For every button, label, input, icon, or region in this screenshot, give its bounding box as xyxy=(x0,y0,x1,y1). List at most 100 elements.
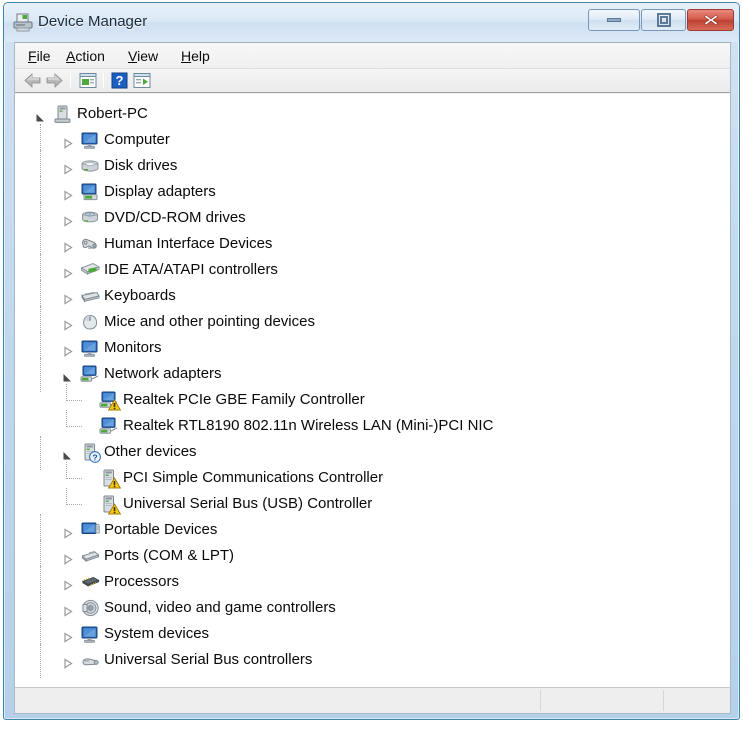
toolbar-separator-2 xyxy=(103,73,104,88)
tree-root-node[interactable]: Robert-PC xyxy=(15,102,730,128)
tree-expander-collapsed-icon[interactable] xyxy=(62,604,73,617)
tree-item[interactable]: Human Interface Devices xyxy=(15,228,730,262)
monitor-icon xyxy=(80,625,101,644)
tree-item-label: PCI Simple Communications Controller xyxy=(123,469,384,486)
tree-item-label: Sound, video and game controllers xyxy=(104,599,336,616)
tree-expander-collapsed-icon[interactable] xyxy=(62,292,73,305)
tree-expander-collapsed-icon[interactable] xyxy=(62,526,73,539)
minimize-button[interactable] xyxy=(588,9,640,31)
menu-action[interactable]: Action xyxy=(63,47,108,65)
tree-item-label: Realtek RTL8190 802.11n Wireless LAN (Mi… xyxy=(123,417,494,434)
back-arrow-icon[interactable] xyxy=(23,72,42,94)
tree-expander-collapsed-icon[interactable] xyxy=(62,578,73,591)
tree-expander-collapsed-icon[interactable] xyxy=(62,162,73,175)
menu-bar: File Action View Help xyxy=(15,43,730,69)
tree-item[interactable]: Sound, video and game controllers xyxy=(15,592,730,626)
generic-device-icon xyxy=(99,495,121,515)
scan-hardware-icon[interactable] xyxy=(133,72,151,94)
menu-help[interactable]: Help xyxy=(178,47,213,65)
tree-connector xyxy=(40,436,41,470)
tree-item[interactable]: Display adapters xyxy=(15,176,730,210)
tree-item[interactable]: Processors xyxy=(15,566,730,600)
tree-expander-collapsed-icon[interactable] xyxy=(62,188,73,201)
properties-icon[interactable] xyxy=(79,72,97,94)
tree-expander-collapsed-icon[interactable] xyxy=(62,630,73,643)
device-tree-panel[interactable]: Robert-PC Computer Disk drives Display adap… xyxy=(15,94,730,687)
tree-connector xyxy=(66,504,82,505)
tree-item[interactable]: Universal Serial Bus controllers xyxy=(15,644,730,678)
tree-item[interactable]: System devices xyxy=(15,618,730,652)
menu-file[interactable]: File xyxy=(25,47,54,65)
network-adapter-icon xyxy=(99,417,120,436)
tree-connector xyxy=(66,426,82,427)
forward-arrow-icon[interactable] xyxy=(45,72,64,94)
generic-device-icon: ? xyxy=(80,443,101,463)
tree-expander-collapsed-icon[interactable] xyxy=(62,240,73,253)
status-pane-3 xyxy=(663,690,730,711)
svg-text:?: ? xyxy=(92,452,97,462)
tree-item[interactable]: Mice and other pointing devices xyxy=(15,306,730,340)
generic-device-icon xyxy=(99,469,121,489)
tree-connector xyxy=(40,644,41,678)
tree-item[interactable]: Network adapters xyxy=(15,358,730,392)
tree-expander-collapsed-icon[interactable] xyxy=(62,344,73,357)
tree-item-label: Ports (COM & LPT) xyxy=(104,547,235,564)
tree-item[interactable]: Disk drives xyxy=(15,150,730,184)
tree-item[interactable]: Ports (COM & LPT) xyxy=(15,540,730,574)
tree-item-label: Network adapters xyxy=(104,365,222,382)
status-pane-2 xyxy=(540,690,663,711)
monitor-icon xyxy=(80,131,101,150)
tree-expander-expanded-icon[interactable] xyxy=(62,448,73,460)
tree-item[interactable]: IDE ATA/ATAPI controllers xyxy=(15,254,730,288)
tree-connector xyxy=(66,384,67,401)
device-manager-icon xyxy=(13,13,33,32)
device-manager-window: Device Manager File Action View Help ? R… xyxy=(3,2,740,720)
tree-item[interactable]: Keyboards xyxy=(15,280,730,314)
tree-item[interactable]: Computer xyxy=(15,124,730,158)
tree-item-label: Processors xyxy=(104,573,180,590)
client-area: File Action View Help ? Robert-PC Comput… xyxy=(14,42,731,714)
tree-expander-collapsed-icon[interactable] xyxy=(62,266,73,279)
help-icon[interactable]: ? xyxy=(111,72,128,94)
tree-item[interactable]: DVD/CD-ROM drives xyxy=(15,202,730,236)
tree-expander-expanded-icon[interactable] xyxy=(35,110,46,122)
svg-text:?: ? xyxy=(116,73,124,88)
mouse-icon xyxy=(80,313,101,332)
tree-item[interactable]: Monitors xyxy=(15,332,730,366)
tree-connector xyxy=(66,410,67,427)
tree-item[interactable]: ? Other devices xyxy=(15,436,730,470)
gamepad-icon xyxy=(80,235,101,254)
tree-expander-collapsed-icon[interactable] xyxy=(62,552,73,565)
tree-item[interactable]: PCI Simple Communications Controller xyxy=(15,462,730,492)
tree-connector xyxy=(40,358,41,392)
tree-expander-collapsed-icon[interactable] xyxy=(62,214,73,227)
tree-item-label: Realtek PCIe GBE Family Controller xyxy=(123,391,365,408)
tree-item-label: DVD/CD-ROM drives xyxy=(104,209,246,226)
tree-item-label: Human Interface Devices xyxy=(104,235,273,252)
tree-item-label: Portable Devices xyxy=(104,521,218,538)
port-icon xyxy=(80,547,101,566)
tree-item[interactable]: Realtek RTL8190 802.11n Wireless LAN (Mi… xyxy=(15,410,730,440)
portable-device-icon xyxy=(80,521,101,540)
tree-expander-expanded-icon[interactable] xyxy=(62,370,73,382)
tree-item-label: Display adapters xyxy=(104,183,216,200)
toolbar: ? xyxy=(15,69,730,93)
tree-expander-collapsed-icon[interactable] xyxy=(62,318,73,331)
tree-connector xyxy=(66,488,67,505)
tree-connector xyxy=(66,462,67,479)
close-button[interactable] xyxy=(687,9,734,31)
tree-item[interactable]: Portable Devices xyxy=(15,514,730,548)
tree-connector xyxy=(66,478,82,479)
tree-item[interactable]: Universal Serial Bus (USB) Controller xyxy=(15,488,730,518)
monitor-icon xyxy=(80,339,101,358)
tree-item[interactable]: Realtek PCIe GBE Family Controller xyxy=(15,384,730,414)
maximize-button[interactable] xyxy=(641,9,686,31)
tree-connector xyxy=(66,400,82,401)
tree-item-label: Monitors xyxy=(104,339,162,356)
tree-item-label: Mice and other pointing devices xyxy=(104,313,315,330)
tree-expander-collapsed-icon[interactable] xyxy=(62,136,73,149)
tree-item-label: System devices xyxy=(104,625,210,642)
tree-expander-collapsed-icon[interactable] xyxy=(62,656,73,669)
menu-view[interactable]: View xyxy=(125,47,161,65)
tree-item-label: Computer xyxy=(104,131,170,148)
